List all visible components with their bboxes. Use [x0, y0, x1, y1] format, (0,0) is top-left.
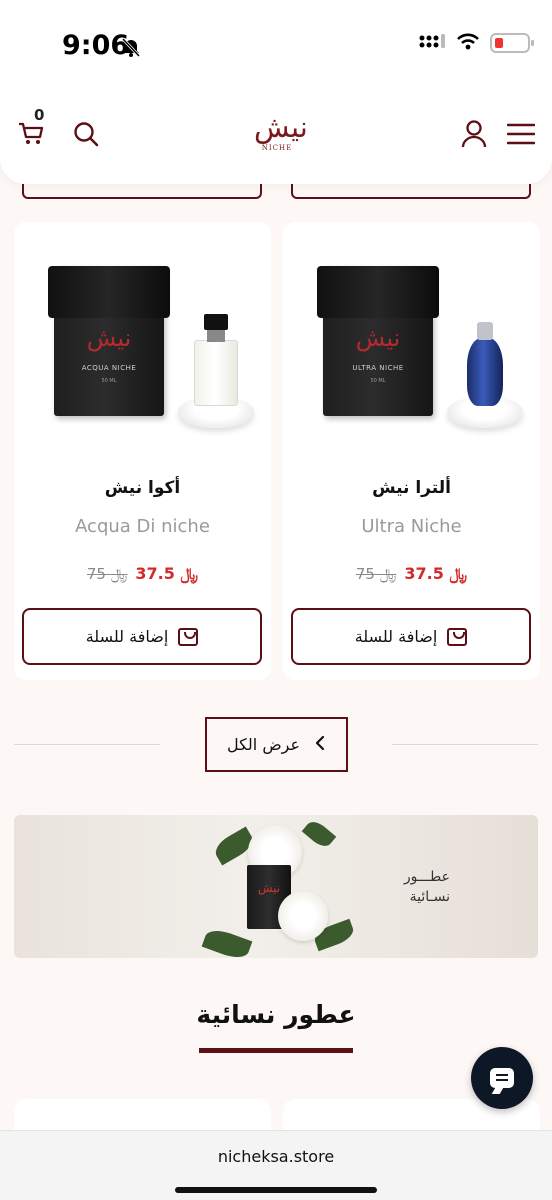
old-price: 75 ﷼: [86, 565, 128, 583]
chevron-left-icon: [314, 735, 326, 755]
section-underline: [199, 1048, 353, 1053]
shopping-bag-icon: [447, 627, 468, 646]
product-name-en[interactable]: Acqua Di niche: [14, 516, 271, 537]
price-row: 75 ﷼ 37.5 ﷼: [283, 564, 540, 584]
box-lid: [48, 266, 170, 318]
banner-caption: عطـــور نسـائية: [350, 867, 450, 907]
divider-right: [392, 744, 538, 745]
url-text[interactable]: nicheksa.store: [0, 1147, 552, 1166]
bottle-neck: [207, 328, 225, 342]
product-card-peek[interactable]: [14, 1099, 271, 1130]
box-size: 50 ML: [370, 378, 386, 384]
box-size: 50 ML: [101, 378, 117, 384]
product-card[interactable]: نيش ACQUA NICHE 50 ML أكوا نيش Acqua Di …: [14, 222, 271, 680]
site-logo[interactable]: نيش NICHE: [254, 110, 308, 160]
bottle-cap: [477, 322, 493, 340]
bell-slash-icon: [120, 36, 142, 62]
womens-perfume-banner[interactable]: نيش عطـــور نسـائية: [14, 815, 538, 958]
page-content: نيش ULTRA NICHE 50 ML ألترا نيش Ultra Ni…: [0, 184, 552, 1130]
add-to-cart-button[interactable]: إضافة للسلة: [291, 608, 531, 665]
bottle-cap: [204, 314, 228, 330]
add-to-cart-label: إضافة للسلة: [354, 627, 438, 646]
status-indicators: [418, 32, 534, 54]
menu-icon[interactable]: [506, 120, 536, 148]
status-bar: 9:06: [0, 0, 552, 88]
box-label: ULTRA NICHE: [352, 364, 404, 372]
search-icon[interactable]: [70, 118, 102, 150]
blue-bottle: [467, 338, 503, 406]
chat-icon: [490, 1068, 514, 1088]
chat-button[interactable]: [471, 1047, 533, 1109]
product-image[interactable]: نيش ULTRA NICHE 50 ML: [303, 266, 523, 456]
divider-left: [14, 744, 160, 745]
banner-line-2: نسـائية: [409, 889, 450, 905]
view-all-button[interactable]: عرض الكل: [205, 717, 348, 772]
camellia-flower: [278, 891, 328, 941]
leaf: [301, 817, 337, 851]
product-name-ar[interactable]: أكوا نيش: [14, 478, 271, 498]
user-icon[interactable]: [458, 118, 490, 150]
site-header: 0 نيش NICHE: [0, 88, 552, 184]
logo-arabic: نيش: [254, 110, 308, 144]
box-label: ACQUA NICHE: [81, 364, 137, 372]
logo-latin: NICHE: [261, 144, 293, 152]
shopping-bag-icon: [178, 627, 199, 646]
browser-url-bar[interactable]: nicheksa.store: [0, 1130, 552, 1200]
add-to-cart-button[interactable]: إضافة للسلة: [22, 608, 262, 665]
leaf: [201, 925, 253, 958]
cart-count-badge: 0: [34, 106, 45, 124]
view-all-label: عرض الكل: [226, 735, 301, 754]
signal-icon: [418, 32, 446, 54]
box-logo: نيش: [86, 324, 132, 352]
prev-add-button-edge[interactable]: [291, 184, 531, 199]
product-name-en[interactable]: Ultra Niche: [283, 516, 540, 537]
product-image[interactable]: نيش ACQUA NICHE 50 ML: [34, 266, 254, 456]
sale-price: 37.5 ﷼: [404, 564, 468, 583]
old-price: 75 ﷼: [355, 565, 397, 583]
battery-icon: [490, 33, 534, 53]
section-title: عطور نسائية: [196, 1000, 356, 1029]
wifi-icon: [456, 32, 480, 54]
product-name-ar[interactable]: ألترا نيش: [283, 478, 540, 498]
prev-add-button-edge[interactable]: [22, 184, 262, 199]
banner-line-1: عطـــور: [403, 869, 450, 885]
sale-price: 37.5 ﷼: [135, 564, 199, 583]
price-row: 75 ﷼ 37.5 ﷼: [14, 564, 271, 584]
home-indicator[interactable]: [175, 1187, 377, 1193]
clear-bottle: [194, 340, 238, 406]
product-card[interactable]: نيش ULTRA NICHE 50 ML ألترا نيش Ultra Ni…: [283, 222, 540, 680]
box-logo: نيش: [355, 324, 401, 352]
box-lid: [317, 266, 439, 318]
add-to-cart-label: إضافة للسلة: [85, 627, 169, 646]
